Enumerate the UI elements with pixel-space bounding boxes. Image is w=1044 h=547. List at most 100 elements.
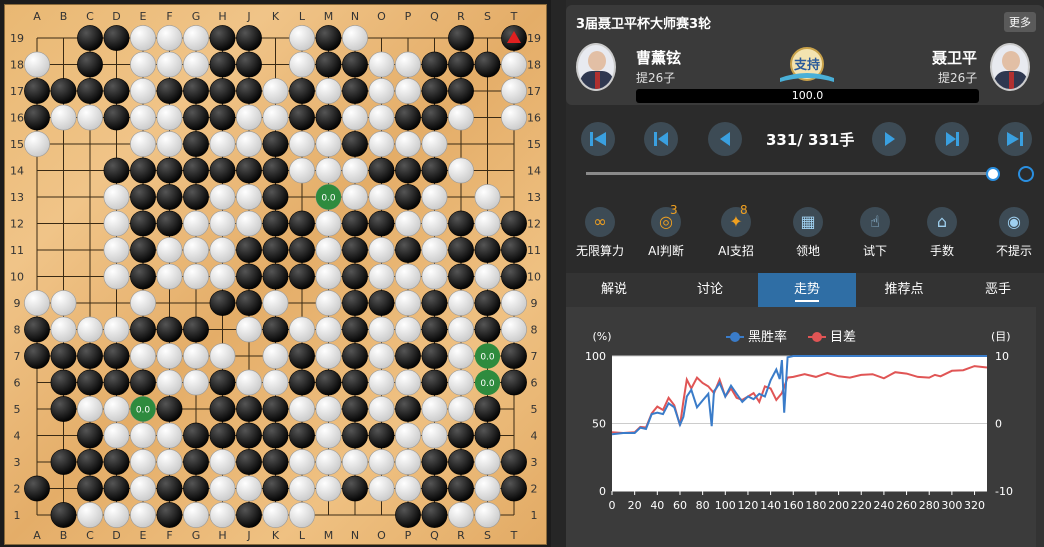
white-stone xyxy=(156,131,183,157)
column-label: A xyxy=(33,529,41,542)
white-stone xyxy=(289,449,315,475)
tool-button-5[interactable]: ⌂ 手数 xyxy=(912,207,972,259)
black-stone xyxy=(24,475,50,502)
black-stone xyxy=(501,449,527,475)
white-stone xyxy=(421,396,448,422)
white-stone xyxy=(315,475,342,502)
row-label: 3 xyxy=(14,456,21,469)
x-tick-label: 260 xyxy=(896,499,917,512)
tool-button-3[interactable]: ▦ 领地 xyxy=(778,207,838,259)
tab-bad-moves[interactable]: 恶手 xyxy=(952,273,1044,307)
white-stone xyxy=(474,449,501,475)
more-button[interactable]: 更多 xyxy=(1004,12,1036,32)
white-stone xyxy=(474,475,501,502)
support-button[interactable]: 支持 xyxy=(778,46,836,86)
black-player-name: 曹薰铉 xyxy=(636,49,682,67)
white-stone xyxy=(289,157,315,184)
tool-button-0[interactable]: ∞ 无限算力 xyxy=(570,207,630,259)
white-stone xyxy=(77,502,103,528)
white-stone xyxy=(209,475,236,502)
black-stone xyxy=(368,290,395,316)
prev-10-button[interactable] xyxy=(644,122,678,156)
row-label: 4 xyxy=(14,430,21,443)
black-stone xyxy=(448,475,474,502)
black-stone xyxy=(342,263,368,290)
autoplay-icon[interactable] xyxy=(1018,166,1034,182)
black-stone xyxy=(368,210,395,237)
white-stone xyxy=(448,396,474,422)
black-stone xyxy=(289,237,315,263)
white-stone xyxy=(315,316,342,343)
black-stone xyxy=(421,502,448,528)
black-stone xyxy=(103,157,130,184)
column-label: J xyxy=(246,10,250,23)
black-stone xyxy=(236,25,262,51)
legend-label: 黑胜率 xyxy=(748,329,787,345)
black-stone xyxy=(395,184,421,210)
move-slider-handle[interactable] xyxy=(986,167,1000,181)
black-stone xyxy=(77,449,103,475)
tool-button-6[interactable]: ◉ 不提示 xyxy=(984,207,1044,259)
black-stone xyxy=(421,369,448,396)
black-stone xyxy=(262,210,289,237)
go-board[interactable]: A A B B C C D D E E F F G G H H J J K K L L M M N N O O P P Q Q R R S S T T 19… xyxy=(4,4,547,545)
black-stone xyxy=(448,25,474,51)
white-stone xyxy=(209,184,236,210)
white-stone xyxy=(130,25,156,51)
legend-marker xyxy=(730,332,740,342)
move-slider-track[interactable] xyxy=(586,172,992,175)
tab-recommended[interactable]: 推荐点 xyxy=(856,273,952,307)
tab-commentary[interactable]: 解说 xyxy=(566,273,662,307)
black-stone xyxy=(395,104,421,131)
white-stone xyxy=(448,290,474,316)
tab-discussion[interactable]: 讨论 xyxy=(662,273,758,307)
black-stone xyxy=(421,157,448,184)
move-number-icon: ⌂ xyxy=(927,207,957,237)
try-move-icon: ☝ xyxy=(860,207,890,237)
next-move-button[interactable] xyxy=(872,122,906,156)
app-root: A A B B C C D D E E F F G G H H J J K K L L M M N N O O P P Q Q R R S S T T 19… xyxy=(0,0,1044,547)
last-move-button[interactable] xyxy=(998,122,1032,156)
black-stone xyxy=(209,157,236,184)
black-stone xyxy=(474,316,501,343)
black-stone xyxy=(209,396,236,422)
white-stone xyxy=(315,131,342,157)
white-stone xyxy=(368,475,395,502)
white-stone xyxy=(342,449,368,475)
white-stone xyxy=(289,51,315,78)
tool-button-1[interactable]: ◎ 3 AI判断 xyxy=(636,203,696,259)
panel-scrollbar[interactable] xyxy=(1036,307,1044,547)
black-stone xyxy=(368,422,395,449)
column-label: C xyxy=(86,529,94,542)
first-move-button[interactable] xyxy=(581,122,615,156)
prev-move-button[interactable] xyxy=(708,122,742,156)
white-stone xyxy=(289,25,315,51)
white-stone xyxy=(315,290,342,316)
legend-marker xyxy=(812,332,822,342)
tab-trend[interactable]: 走势 xyxy=(758,273,856,307)
column-label: D xyxy=(112,529,120,542)
x-tick-label: 220 xyxy=(851,499,872,512)
black-stone xyxy=(156,316,183,343)
black-stone xyxy=(50,343,77,369)
next-10-button[interactable] xyxy=(935,122,969,156)
x-tick-label: 40 xyxy=(650,499,664,512)
black-stone xyxy=(156,396,183,422)
black-stone xyxy=(448,263,474,290)
row-label: 15 xyxy=(10,138,24,151)
tool-button-4[interactable]: ☝ 试下 xyxy=(845,207,905,259)
column-label: M xyxy=(324,529,334,542)
black-stone xyxy=(448,237,474,263)
board-canvas[interactable]: AABBCCDDEEFFGGHHJJKKLLMMNNOOPPQQRRSSTT19… xyxy=(5,5,548,546)
tool-button-2[interactable]: ✦ 8 AI支招 xyxy=(706,203,766,259)
white-stone xyxy=(236,316,262,343)
white-stone xyxy=(262,78,289,104)
white-stone xyxy=(236,104,262,131)
black-stone xyxy=(183,184,209,210)
white-stone xyxy=(315,396,342,422)
row-label: 16 xyxy=(527,112,541,125)
black-stone xyxy=(262,422,289,449)
black-stone xyxy=(77,475,103,502)
white-stone xyxy=(368,131,395,157)
black-stone xyxy=(315,104,342,131)
